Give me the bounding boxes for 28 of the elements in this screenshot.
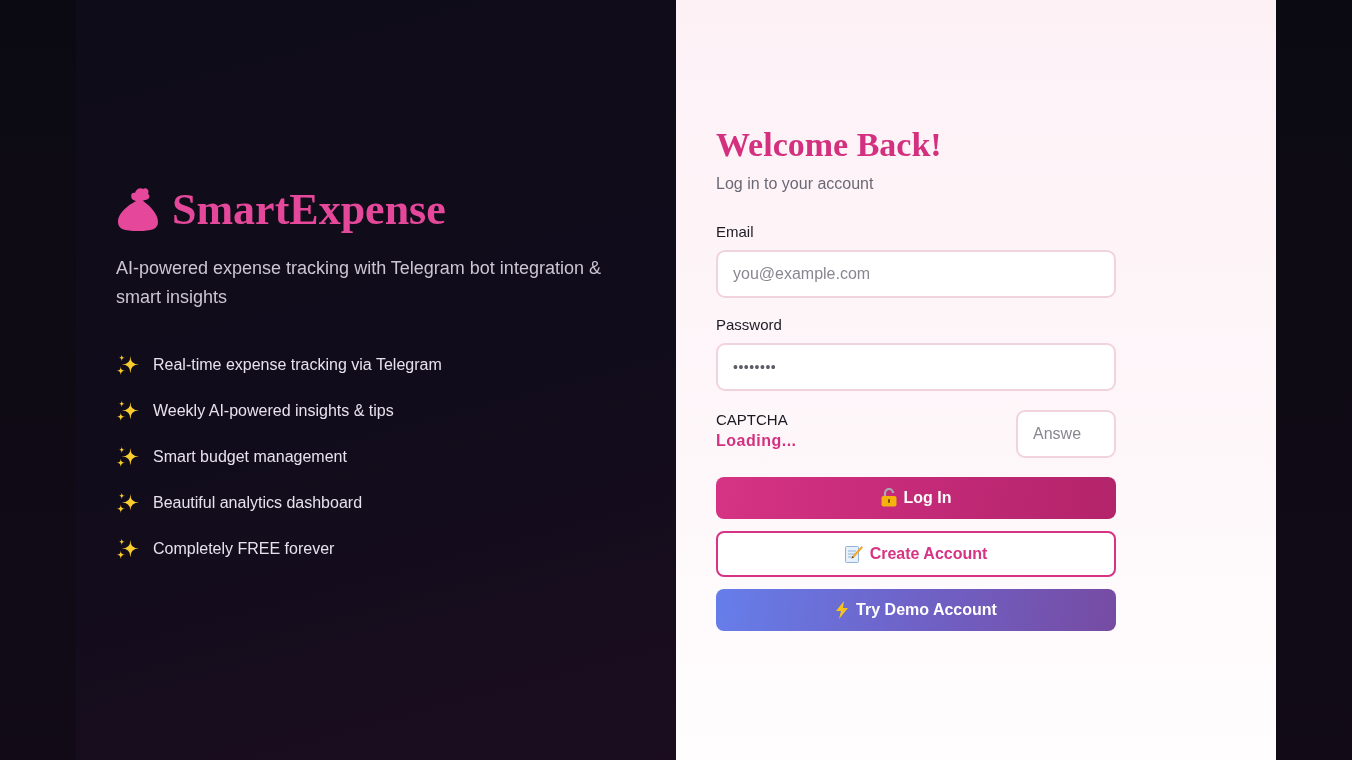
login-button[interactable]: Log In [716, 476, 1116, 519]
tagline-text: AI-powered expense tracking with Telegram bot integration & smart insights [116, 256, 602, 309]
captcha-label: CAPTCHA [716, 409, 789, 429]
feature-text: Real-time expense tracking via Telegram [153, 355, 442, 374]
brand-title: SmartExpense [172, 183, 446, 236]
field-label: Email [716, 221, 755, 242]
sparkles-icon [116, 353, 139, 376]
sparkles-icon [116, 491, 139, 514]
lightning-bolt-icon [835, 600, 850, 619]
create-account-button[interactable]: Create Account [716, 530, 1116, 577]
feature-text: Beautiful analytics dashboard [153, 493, 363, 512]
money-bag-icon [116, 186, 160, 232]
notepad-pencil-icon [844, 544, 863, 563]
field-label: Password [716, 314, 783, 335]
sparkles-icon [116, 445, 139, 468]
padlock-icon [880, 488, 897, 507]
feature-text: Completely FREE forever [153, 539, 335, 558]
form-title: Welcome Back! [716, 124, 943, 165]
sparkles-icon [116, 399, 139, 422]
email-field[interactable]: you@example.com [716, 249, 1116, 298]
form-subtitle: Log in to your account [716, 173, 875, 194]
answer-field[interactable]: Answe [1016, 409, 1116, 458]
feature-text: Smart budget management [153, 447, 347, 466]
password-field[interactable]: •••••••• [716, 342, 1116, 391]
sparkles-icon [116, 537, 139, 560]
demo-account-button[interactable]: Try Demo Account [716, 588, 1116, 631]
feature-text: Weekly AI-powered insights & tips [153, 401, 394, 420]
captcha-status: Loading... [716, 430, 797, 451]
